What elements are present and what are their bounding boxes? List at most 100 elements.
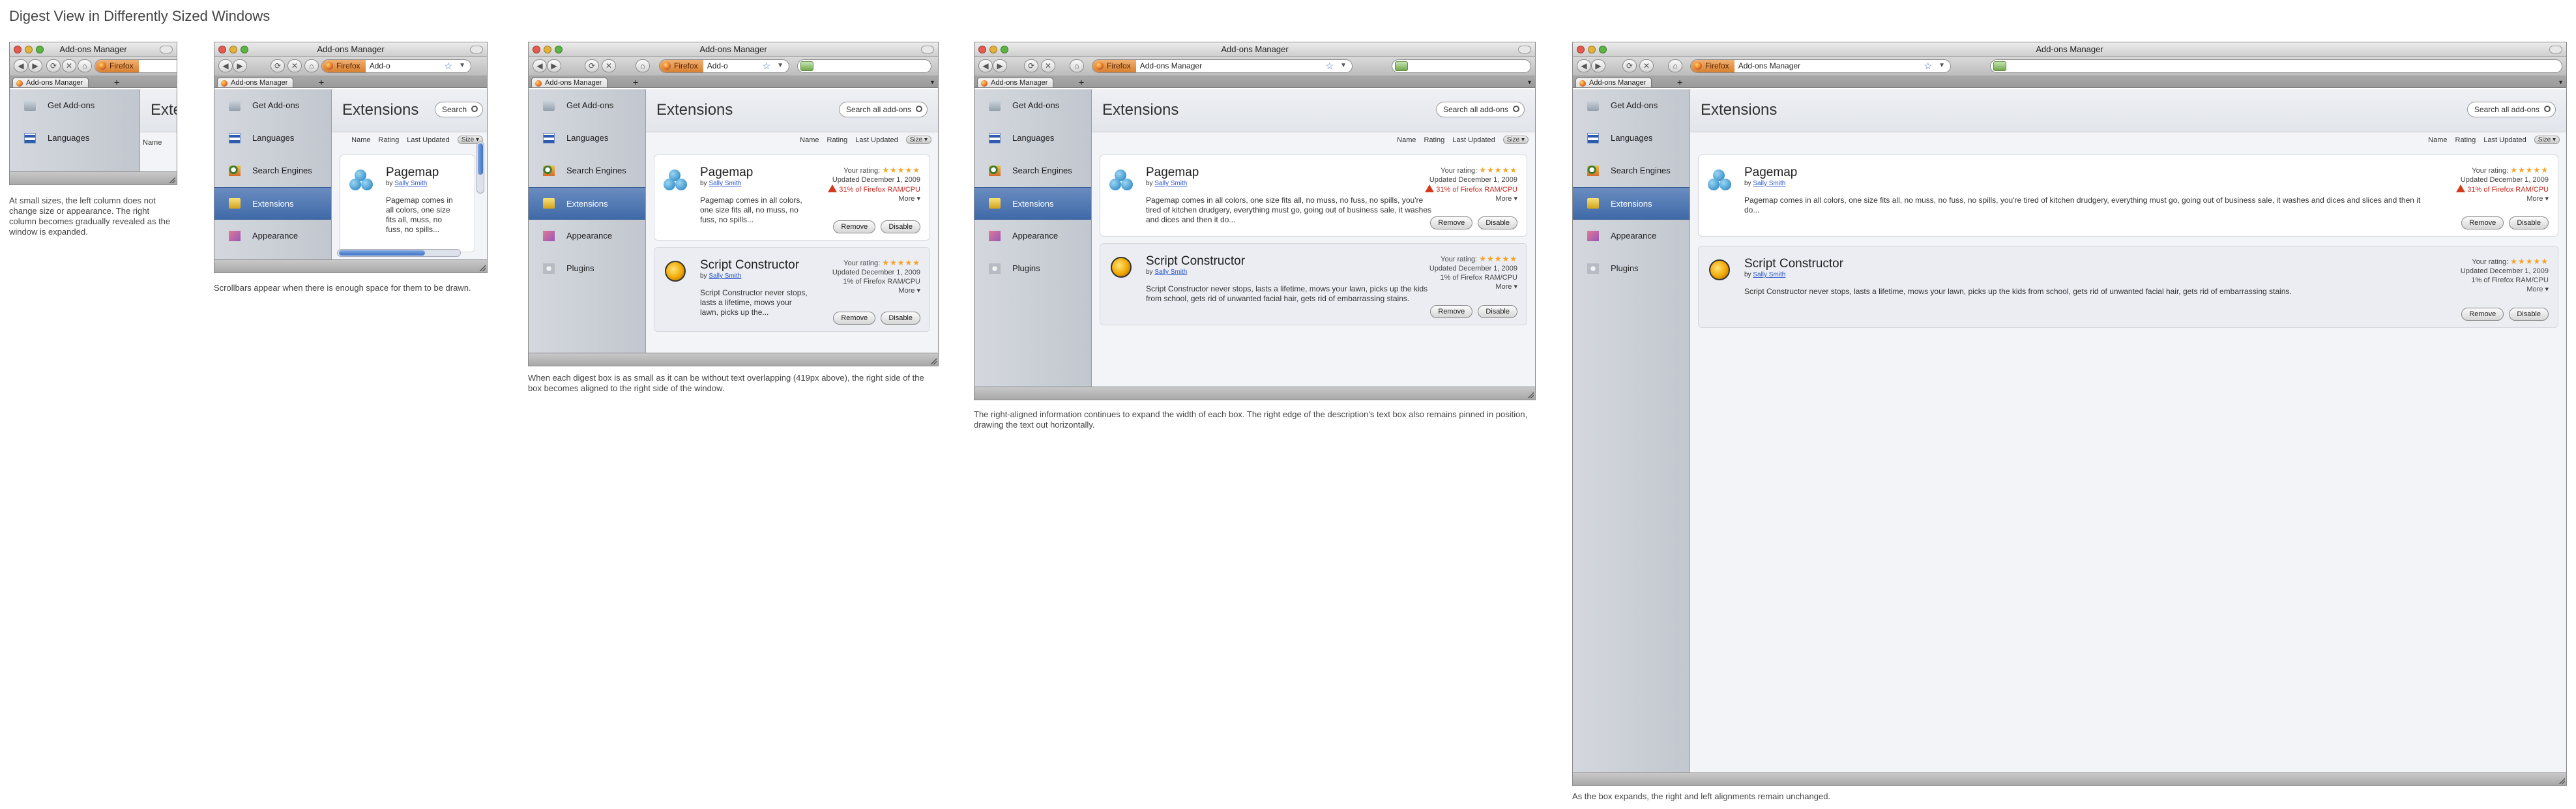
scroll-thumb[interactable]: [339, 250, 425, 256]
author-link[interactable]: Sally Smith: [1154, 269, 1187, 276]
author-link[interactable]: Sally Smith: [709, 272, 741, 280]
remove-button[interactable]: Remove: [1430, 216, 1473, 229]
web-search-input[interactable]: [1990, 59, 2562, 73]
addon-card-script-constructor[interactable]: Script Constructor by Sally Smith Script…: [1698, 246, 2558, 328]
back-button[interactable]: ◀: [978, 59, 993, 72]
url-bar[interactable]: Firefox Add-ons Manager ☆ ▼: [1092, 59, 1353, 73]
sort-by-name[interactable]: Name: [800, 136, 819, 144]
category-appearance[interactable]: Appearance: [529, 220, 645, 252]
url-bar[interactable]: Firefox Add-o ☆ ▼: [321, 59, 471, 73]
stop-button[interactable]: ✕: [602, 59, 616, 72]
addon-card-pagemap[interactable]: Pagemap by Sally Smith Pagemap comes in …: [1698, 154, 2558, 237]
rating-stars[interactable]: ★★★★★: [1479, 254, 1517, 263]
url-dropdown-icon[interactable]: ▼: [1939, 62, 1945, 69]
disable-button[interactable]: Disable: [881, 312, 920, 325]
search-engine-icon[interactable]: [800, 61, 813, 71]
more-link[interactable]: More ▾: [898, 195, 920, 203]
search-engine-icon[interactable]: [1993, 61, 2006, 71]
category-extensions[interactable]: Extensions: [214, 187, 331, 220]
identity-box[interactable]: Firefox: [95, 60, 139, 72]
minimize-window-button[interactable]: [544, 46, 551, 53]
remove-button[interactable]: Remove: [2461, 308, 2504, 321]
resize-grip-icon[interactable]: [479, 265, 486, 271]
more-link[interactable]: More ▾: [1495, 283, 1517, 291]
search-addons-input[interactable]: Search: [434, 102, 483, 117]
rating-stars[interactable]: ★★★★★: [882, 166, 920, 175]
identity-box[interactable]: Firefox: [1092, 60, 1136, 72]
more-link[interactable]: More ▾: [1495, 195, 1517, 203]
reload-button[interactable]: ⟳: [1024, 59, 1038, 72]
web-search-input[interactable]: [1392, 59, 1531, 73]
identity-box[interactable]: Firefox: [322, 60, 366, 72]
tab-addons-manager[interactable]: Add-ons Manager: [217, 78, 294, 87]
category-plugins[interactable]: Plugins: [529, 252, 645, 285]
sort-by-size[interactable]: Size ▾: [2534, 136, 2560, 144]
new-tab-button[interactable]: +: [114, 77, 119, 87]
new-tab-button[interactable]: +: [1079, 77, 1084, 87]
bookmark-star-icon[interactable]: ☆: [762, 61, 770, 72]
bookmark-star-icon[interactable]: ☆: [1924, 61, 1932, 72]
category-get-addons[interactable]: Get Add-ons: [10, 89, 139, 122]
sort-by-last-updated[interactable]: Last Updated: [1452, 136, 1495, 144]
toolbar-toggle-button[interactable]: [470, 46, 483, 53]
identity-box[interactable]: Firefox: [1691, 60, 1734, 72]
forward-button[interactable]: ▶: [547, 59, 561, 72]
addon-card-pagemap[interactable]: Pagemap by Sally Smith Pagemap comes in …: [340, 154, 475, 252]
sort-by-last-updated[interactable]: Last Updated: [855, 136, 898, 144]
category-languages[interactable]: Languages: [974, 122, 1091, 154]
resize-grip-icon[interactable]: [930, 358, 937, 364]
resize-grip-icon[interactable]: [2558, 778, 2565, 784]
web-search-input[interactable]: [797, 59, 931, 73]
reload-button[interactable]: ⟳: [271, 59, 285, 72]
author-link[interactable]: Sally Smith: [394, 180, 427, 187]
close-window-button[interactable]: [978, 46, 986, 53]
new-tab-button[interactable]: +: [319, 77, 324, 87]
category-get-addons[interactable]: Get Add-ons: [214, 89, 331, 122]
category-search-engines[interactable]: Search Engines: [974, 154, 1091, 187]
home-button[interactable]: ⌂: [78, 59, 92, 72]
disable-button[interactable]: Disable: [1478, 305, 1517, 318]
category-get-addons[interactable]: Get Add-ons: [1573, 89, 1690, 122]
bookmark-star-icon[interactable]: ☆: [444, 61, 452, 72]
zoom-window-button[interactable]: [241, 46, 248, 53]
category-search-engines[interactable]: Search Engines: [529, 154, 645, 187]
search-engine-icon[interactable]: [1395, 61, 1408, 71]
forward-button[interactable]: ▶: [1591, 59, 1605, 72]
category-appearance[interactable]: Appearance: [1573, 220, 1690, 252]
stop-button[interactable]: ✕: [1639, 59, 1654, 72]
sort-by-rating[interactable]: Rating: [827, 136, 848, 144]
more-link[interactable]: More ▾: [898, 287, 920, 295]
author-link[interactable]: Sally Smith: [709, 180, 741, 187]
category-get-addons[interactable]: Get Add-ons: [974, 89, 1091, 122]
more-link[interactable]: More ▾: [2526, 286, 2549, 293]
stop-button[interactable]: ✕: [287, 59, 302, 72]
category-extensions[interactable]: Extensions: [974, 187, 1091, 220]
remove-button[interactable]: Remove: [833, 312, 876, 325]
category-languages[interactable]: Languages: [1573, 122, 1690, 154]
back-button[interactable]: ◀: [14, 59, 28, 72]
sort-by-size[interactable]: Size ▾: [1502, 136, 1529, 144]
sort-by-last-updated[interactable]: Last Updated: [2483, 136, 2526, 144]
forward-button[interactable]: ▶: [233, 59, 247, 72]
close-window-button[interactable]: [14, 46, 22, 53]
bookmark-star-icon[interactable]: ☆: [1325, 61, 1334, 72]
minimize-window-button[interactable]: [989, 46, 997, 53]
disable-button[interactable]: Disable: [2509, 216, 2549, 229]
search-addons-input[interactable]: Search all add-ons: [838, 102, 928, 117]
category-appearance[interactable]: Appearance: [974, 220, 1091, 252]
back-button[interactable]: ◀: [218, 59, 233, 72]
remove-button[interactable]: Remove: [833, 220, 876, 233]
toolbar-toggle-button[interactable]: [1518, 46, 1531, 53]
sort-by-rating[interactable]: Rating: [1424, 136, 1445, 144]
new-tab-button[interactable]: +: [633, 77, 638, 87]
category-extensions[interactable]: Extensions: [1573, 187, 1690, 220]
sort-by-size[interactable]: Size ▾: [905, 136, 931, 144]
zoom-window-button[interactable]: [1599, 46, 1607, 53]
url-dropdown-icon[interactable]: ▼: [1340, 62, 1347, 69]
sort-by-name[interactable]: Name: [351, 136, 370, 144]
horizontal-scrollbar[interactable]: [337, 249, 461, 257]
author-link[interactable]: Sally Smith: [1154, 180, 1187, 187]
category-get-addons[interactable]: Get Add-ons: [529, 89, 645, 122]
minimize-window-button[interactable]: [1588, 46, 1596, 53]
zoom-window-button[interactable]: [1001, 46, 1008, 53]
